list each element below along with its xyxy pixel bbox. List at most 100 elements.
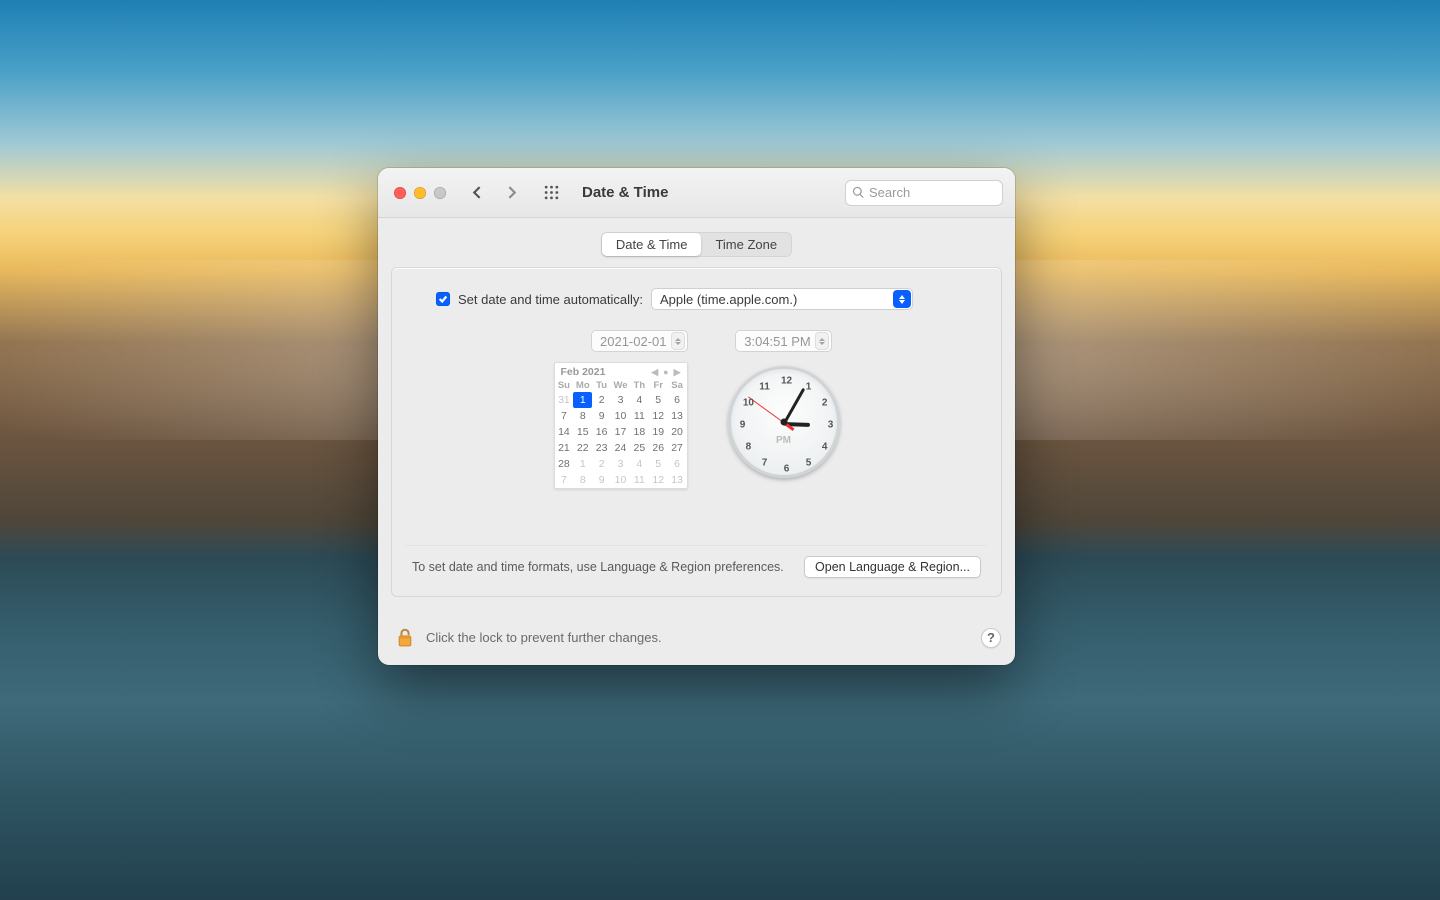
titlebar: Date & Time Search [378, 168, 1015, 218]
open-language-region-button[interactable]: Open Language & Region... [804, 556, 981, 578]
date-stepper-buttons [671, 332, 685, 350]
calendar-day: 6 [668, 456, 687, 472]
calendar-day: 19 [649, 424, 668, 440]
calendar-day: 9 [592, 472, 611, 488]
calendar-day: 7 [555, 408, 574, 424]
calendar-day: 26 [649, 440, 668, 456]
calendar-day: 2 [592, 456, 611, 472]
calendar-month-label: Feb 2021 [561, 366, 606, 378]
date-field-value: 2021-02-01 [600, 334, 667, 349]
calendar-day: 11 [630, 408, 649, 424]
calendar-day: 14 [555, 424, 574, 440]
time-server-value: Apple (time.apple.com.) [660, 292, 797, 307]
preferences-window: Date & Time Search Date & Time Time Zone… [378, 168, 1015, 665]
calendar-day: 10 [611, 408, 630, 424]
date-stepper: 2021-02-01 [591, 330, 688, 352]
dropdown-arrows-icon [893, 290, 911, 308]
window-title: Date & Time [582, 184, 668, 201]
calendar-dow: Th [630, 379, 649, 392]
clock-number: 11 [759, 381, 770, 392]
calendar-day: 25 [630, 440, 649, 456]
calendar-dow: Mo [573, 379, 592, 392]
lock-bar: Click the lock to prevent further change… [378, 615, 1015, 665]
calendar-day: 1 [573, 392, 592, 408]
calendar-day: 22 [573, 440, 592, 456]
forward-button [498, 181, 524, 205]
clock-number: 1 [806, 381, 812, 392]
lock-text: Click the lock to prevent further change… [426, 630, 969, 645]
calendar-day: 1 [573, 456, 592, 472]
calendar-day: 16 [592, 424, 611, 440]
show-all-button[interactable] [538, 181, 564, 205]
calendar-dow: Tu [592, 379, 611, 392]
calendar-dow: Su [555, 379, 574, 392]
clock-number: 8 [746, 442, 752, 453]
clock-number: 3 [828, 420, 834, 431]
zoom-window-button [434, 187, 446, 199]
close-window-button[interactable] [394, 187, 406, 199]
calendar-day: 28 [555, 456, 574, 472]
calendar-day: 4 [630, 392, 649, 408]
minimize-window-button[interactable] [414, 187, 426, 199]
time-server-combo[interactable]: Apple (time.apple.com.) [651, 288, 913, 310]
calendar-day: 13 [668, 408, 687, 424]
calendar-day: 8 [573, 472, 592, 488]
calendar-today-icon: ● [663, 367, 668, 377]
calendar-day: 13 [668, 472, 687, 488]
calendar-day: 3 [611, 392, 630, 408]
calendar-day: 18 [630, 424, 649, 440]
tab-date-time[interactable]: Date & Time [602, 233, 702, 256]
analog-clock: PM 121234567891011 [728, 366, 840, 478]
date-time-panel: Set date and time automatically: Apple (… [391, 267, 1002, 597]
help-button[interactable]: ? [981, 628, 1001, 648]
window-controls [394, 187, 446, 199]
search-input[interactable]: Search [845, 180, 1003, 206]
calendar-day: 27 [668, 440, 687, 456]
calendar-dow: We [611, 379, 630, 392]
set-automatically-label: Set date and time automatically: [458, 292, 643, 307]
time-stepper-buttons [815, 332, 829, 350]
calendar-dow: Fr [649, 379, 668, 392]
search-placeholder: Search [869, 185, 910, 200]
search-icon [852, 186, 865, 199]
calendar-day: 5 [649, 392, 668, 408]
set-automatically-checkbox[interactable] [436, 292, 450, 306]
calendar-day: 17 [611, 424, 630, 440]
calendar-day: 20 [668, 424, 687, 440]
calendar-day: 4 [630, 456, 649, 472]
clock-number: 7 [762, 458, 768, 469]
calendar-day: 12 [649, 408, 668, 424]
clock-number: 6 [784, 464, 790, 475]
clock-number: 4 [822, 442, 828, 453]
calendar-day: 3 [611, 456, 630, 472]
clock-number: 10 [743, 398, 754, 409]
lock-icon[interactable] [396, 627, 414, 649]
clock-number: 9 [740, 420, 746, 431]
calendar-prev-icon: ◀ [651, 367, 658, 378]
clock-number: 2 [822, 398, 828, 409]
calendar-day: 6 [668, 392, 687, 408]
tab-time-zone[interactable]: Time Zone [701, 233, 791, 256]
calendar-dow: Sa [668, 379, 687, 392]
calendar-day: 10 [611, 472, 630, 488]
calendar-day: 23 [592, 440, 611, 456]
time-field-value: 3:04:51 PM [744, 334, 811, 349]
calendar: Feb 2021 ◀ ● ▶ SuMoTuWeThFrSa31123456789… [554, 362, 688, 489]
calendar-day: 8 [573, 408, 592, 424]
calendar-next-icon: ▶ [674, 367, 681, 378]
calendar-day: 15 [573, 424, 592, 440]
format-hint: To set date and time formats, use Langua… [412, 560, 784, 574]
calendar-day: 9 [592, 408, 611, 424]
calendar-day: 24 [611, 440, 630, 456]
calendar-day: 31 [555, 392, 574, 408]
calendar-day: 7 [555, 472, 574, 488]
calendar-day: 2 [592, 392, 611, 408]
back-button[interactable] [464, 181, 490, 205]
calendar-day: 21 [555, 440, 574, 456]
clock-number: 12 [781, 376, 792, 387]
calendar-day: 12 [649, 472, 668, 488]
calendar-day: 5 [649, 456, 668, 472]
clock-ampm: PM [776, 435, 791, 446]
calendar-day: 11 [630, 472, 649, 488]
clock-number: 5 [806, 458, 812, 469]
